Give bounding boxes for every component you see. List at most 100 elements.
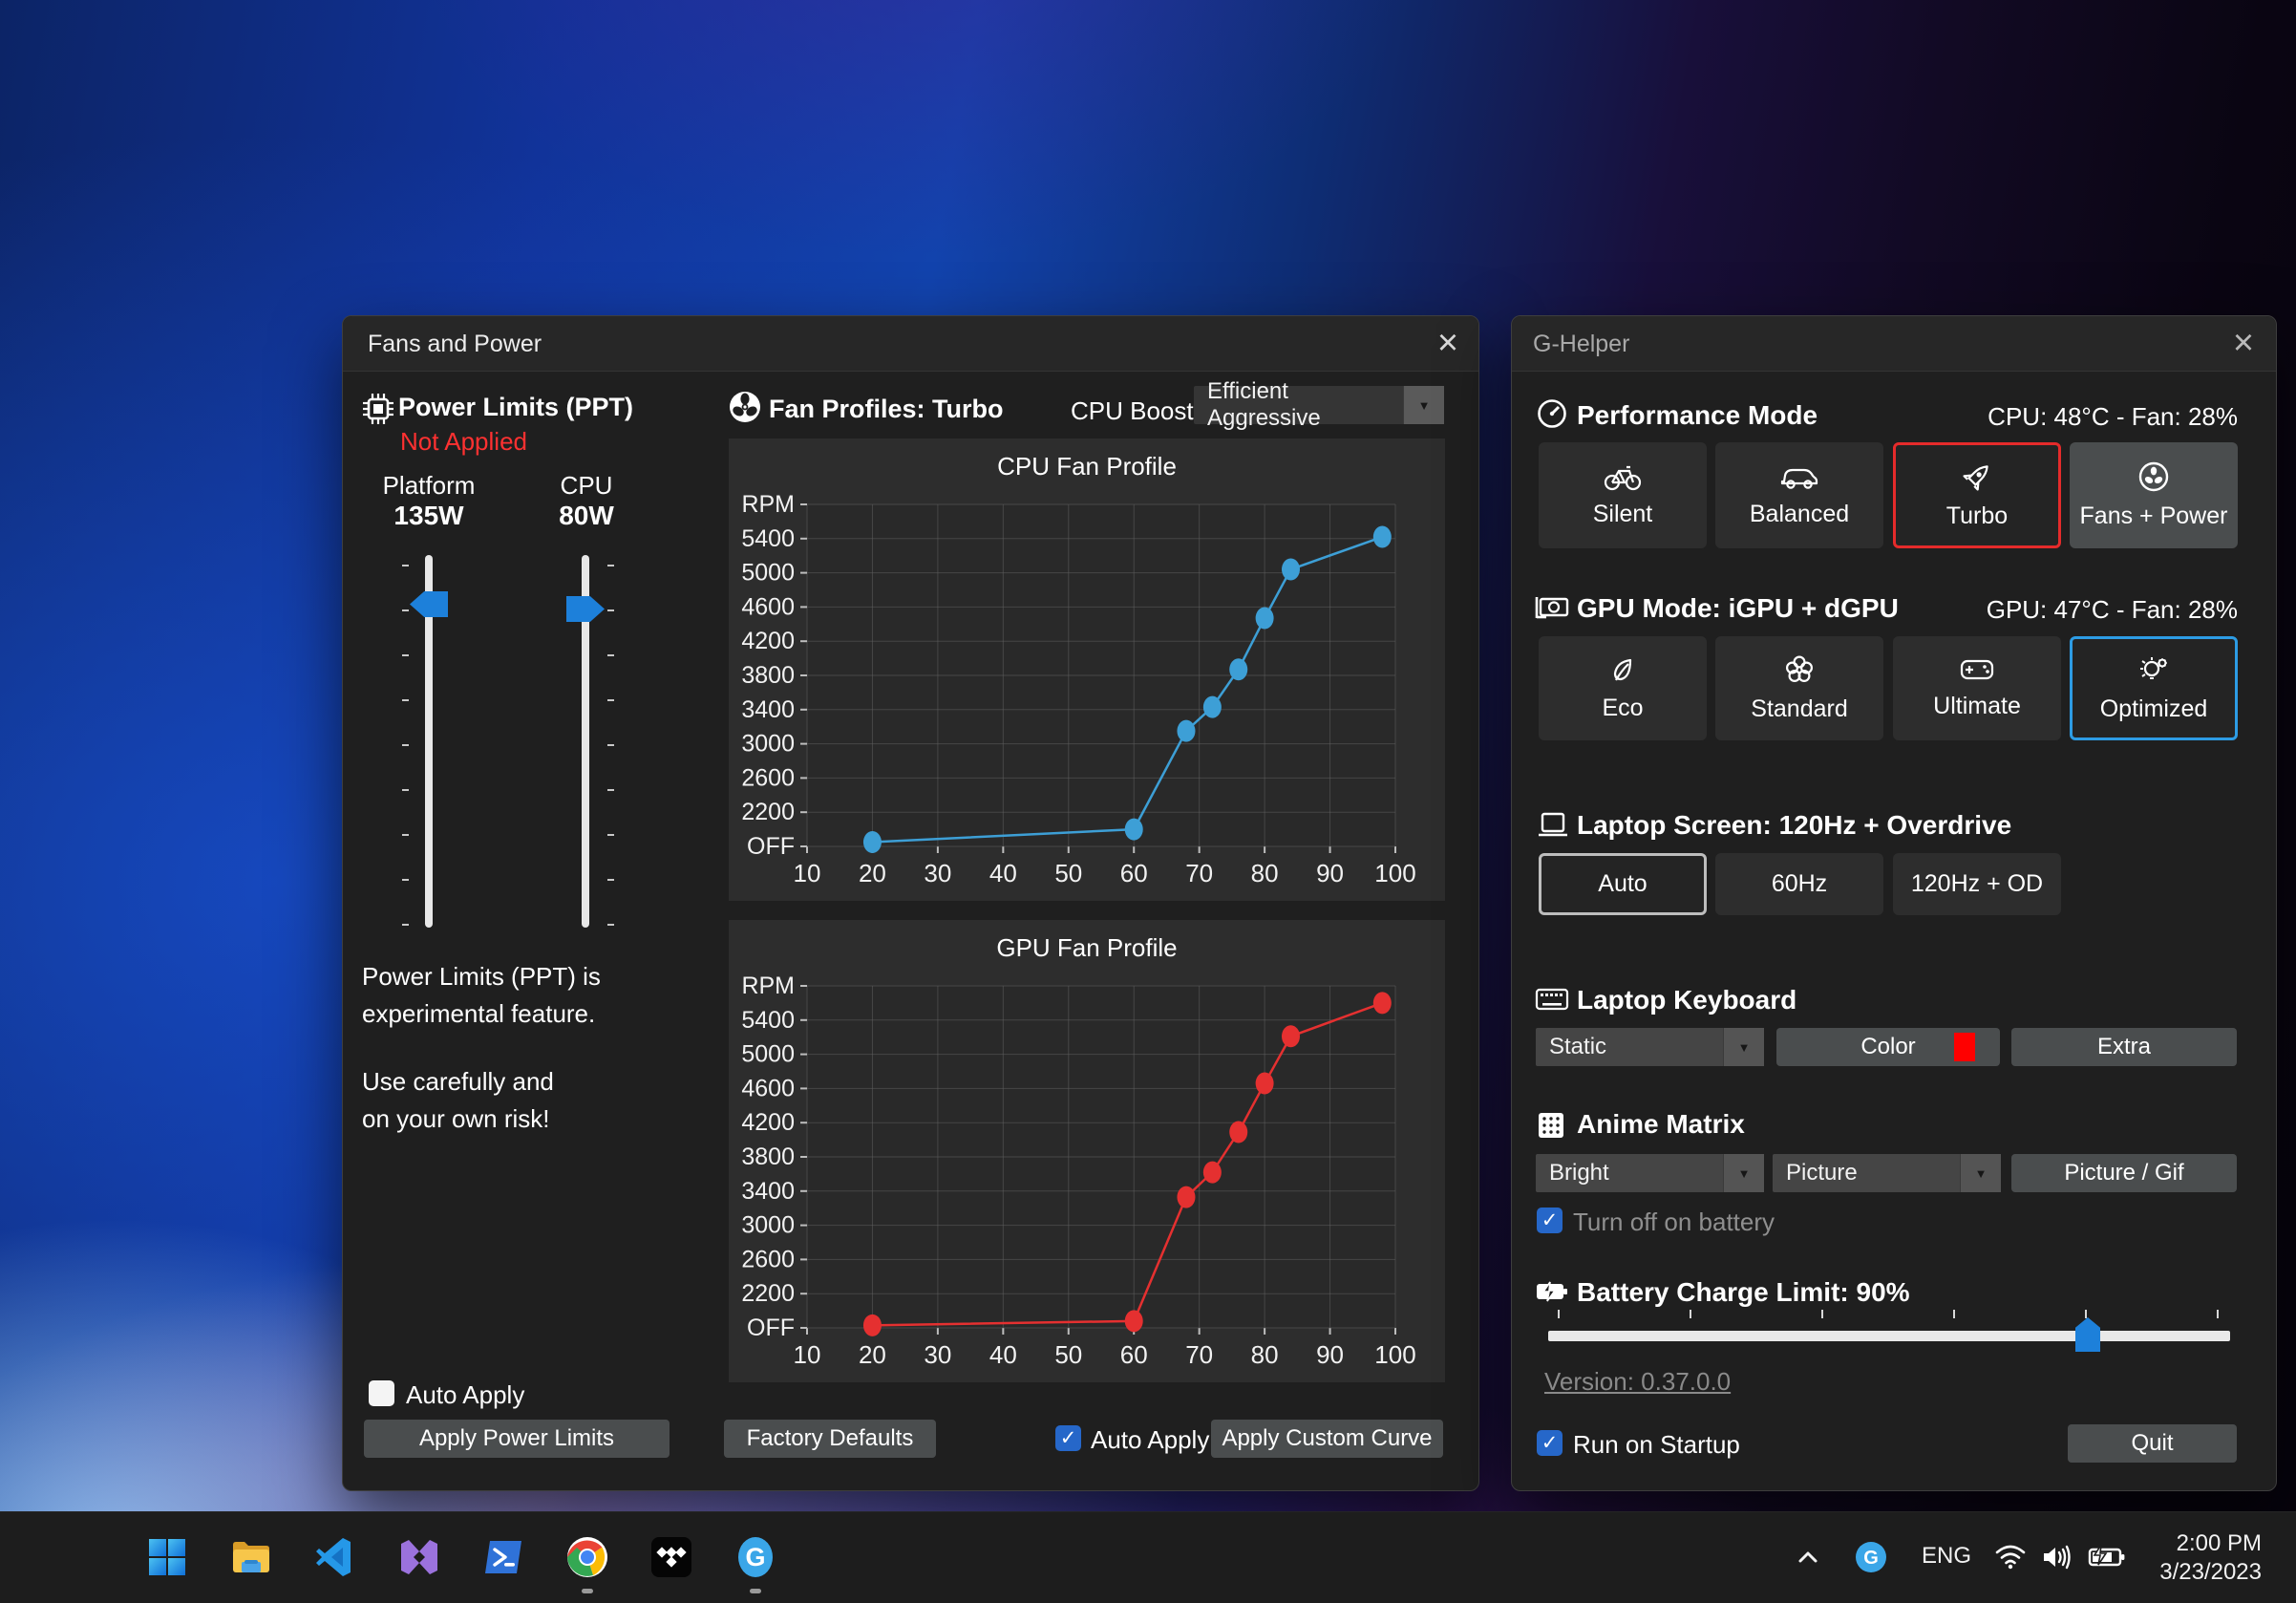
svg-text:3800: 3800 (741, 1143, 795, 1170)
svg-text:60: 60 (1120, 859, 1148, 887)
anime-battery-checkbox[interactable]: ✓ (1537, 1208, 1563, 1233)
power-limits-note-2: Use carefully and on your own risk! (362, 1063, 554, 1138)
apply-power-limits-button[interactable]: Apply Power Limits (364, 1420, 670, 1458)
chrome-icon[interactable] (565, 1535, 609, 1579)
color-swatch (1954, 1033, 1975, 1061)
keyboard-color-button[interactable]: Color (1776, 1028, 2000, 1066)
apply-custom-curve-button[interactable]: Apply Custom Curve (1211, 1420, 1443, 1458)
tray-time: 2:00 PM (2159, 1529, 2262, 1558)
slider-tick (402, 744, 409, 746)
anime-brightness-dropdown[interactable]: Bright ▼ (1536, 1154, 1764, 1192)
battery-charge-slider-thumb[interactable] (2075, 1317, 2100, 1352)
screen-60hz-button[interactable]: 60Hz (1715, 853, 1883, 915)
svg-text:20: 20 (859, 859, 886, 887)
screen-120hz-od-button[interactable]: 120Hz + OD (1893, 853, 2061, 915)
ghelper-titlebar[interactable]: G-Helper × (1512, 316, 2276, 372)
cpu-value: 80W (510, 501, 663, 531)
keyboard-mode-value: Static (1536, 1034, 1723, 1060)
cpu-power-slider-thumb[interactable] (566, 596, 605, 622)
fan-icon (2137, 460, 2170, 493)
ghelper-running-indicator (750, 1589, 761, 1593)
power-auto-apply-checkbox[interactable] (369, 1380, 394, 1406)
chevron-down-icon[interactable]: ▼ (1403, 386, 1444, 424)
perf-mode-balanced-label: Balanced (1750, 501, 1849, 528)
power-limits-status: Not Applied (400, 427, 527, 457)
close-icon[interactable]: × (1427, 324, 1469, 364)
cpu-boost-dropdown[interactable]: Efficient Aggressive ▼ (1194, 386, 1444, 424)
slider-tick (402, 879, 409, 881)
battery-bolt-icon (1535, 1279, 1569, 1304)
chevron-down-icon[interactable]: ▼ (1960, 1154, 2001, 1192)
gpu-fan-chart[interactable]: 102030405060708090100RPM5400500046004200… (729, 920, 1445, 1382)
wifi-icon[interactable] (1994, 1543, 2038, 1587)
perf-mode-turbo-button[interactable]: Turbo (1893, 442, 2061, 548)
keyboard-extra-button[interactable]: Extra (2011, 1028, 2237, 1066)
keyboard-mode-dropdown[interactable]: Static ▼ (1536, 1028, 1764, 1066)
cpu-label: CPU (510, 471, 663, 501)
svg-text:80: 80 (1251, 1340, 1279, 1369)
svg-text:10: 10 (794, 859, 821, 887)
chevron-down-icon[interactable]: ▼ (1723, 1028, 1764, 1066)
picture-gif-label: Picture / Gif (2064, 1160, 2183, 1186)
start-icon[interactable] (145, 1535, 189, 1579)
version-link[interactable]: Version: 0.37.0.0 (1544, 1367, 1731, 1397)
gpu-mode-standard-button[interactable]: Standard (1715, 636, 1883, 740)
close-icon[interactable]: × (2222, 324, 2264, 364)
svg-text:80: 80 (1251, 859, 1279, 887)
powershell-icon[interactable] (481, 1535, 525, 1579)
ghelper-window-title: G-Helper (1533, 331, 1629, 358)
gpu-mode-header: GPU Mode: iGPU + dGPU (1577, 593, 1899, 624)
battery-charge-slider[interactable] (1548, 1331, 2230, 1341)
svg-text:2600: 2600 (741, 1246, 795, 1272)
svg-text:5000: 5000 (741, 1041, 795, 1068)
cpu-fan-chart-panel[interactable]: 102030405060708090100RPM5400500046004200… (729, 438, 1445, 901)
gpu-mode-ultimate-button[interactable]: Ultimate (1893, 636, 2061, 740)
vscode-icon[interactable] (313, 1535, 357, 1579)
gpu-fan-chart-panel[interactable]: 102030405060708090100RPM5400500046004200… (729, 920, 1445, 1382)
svg-text:90: 90 (1316, 1340, 1344, 1369)
tidal-icon[interactable] (649, 1535, 693, 1579)
gpu-mode-optimized-button[interactable]: Optimized (2070, 636, 2238, 740)
quit-label: Quit (2131, 1430, 2173, 1457)
gpu-mode-ultimate-label: Ultimate (1933, 693, 2021, 720)
factory-defaults-button[interactable]: Factory Defaults (724, 1420, 936, 1458)
volume-icon[interactable] (2040, 1543, 2084, 1587)
tray-chevron-up-icon[interactable] (1794, 1543, 1838, 1587)
picture-gif-button[interactable]: Picture / Gif (2011, 1154, 2237, 1192)
platform-power-slider-thumb[interactable] (410, 591, 448, 617)
perf-mode-balanced-button[interactable]: Balanced (1715, 442, 1883, 548)
svg-text:4200: 4200 (741, 1109, 795, 1136)
power-limits-note-1: Power Limits (PPT) is experimental featu… (362, 958, 601, 1033)
battery-charging-icon[interactable] (2088, 1544, 2132, 1588)
svg-text:50: 50 (1054, 859, 1082, 887)
battery-tick (1690, 1310, 1691, 1318)
svg-text:2600: 2600 (741, 764, 795, 791)
svg-text:GPU Fan Profile: GPU Fan Profile (996, 933, 1177, 962)
svg-text:40: 40 (989, 859, 1017, 887)
tray-ghelper-icon[interactable]: G (1855, 1541, 1899, 1585)
tray-language[interactable]: ENG (1922, 1543, 1971, 1570)
run-on-startup-checkbox[interactable]: ✓ (1537, 1430, 1563, 1456)
gpu-mode-eco-button[interactable]: Eco (1539, 636, 1707, 740)
svg-text:60: 60 (1120, 1340, 1148, 1369)
anime-mode-dropdown[interactable]: Picture ▼ (1773, 1154, 2001, 1192)
curve-auto-apply-checkbox[interactable]: ✓ (1055, 1425, 1081, 1451)
svg-text:5400: 5400 (741, 525, 795, 552)
svg-text:G: G (1863, 1548, 1879, 1569)
quit-button[interactable]: Quit (2068, 1424, 2237, 1463)
svg-text:2200: 2200 (741, 799, 795, 825)
visual-studio-icon[interactable] (397, 1535, 441, 1579)
svg-text:4600: 4600 (741, 593, 795, 620)
perf-mode-silent-button[interactable]: Silent (1539, 442, 1707, 548)
screen-auto-button[interactable]: Auto (1539, 853, 1707, 915)
ghelper-taskbar-icon[interactable]: G (733, 1535, 777, 1579)
chevron-down-icon[interactable]: ▼ (1723, 1154, 1764, 1192)
cpu-fan-chart[interactable]: 102030405060708090100RPM5400500046004200… (729, 438, 1445, 901)
fans-window-titlebar[interactable]: Fans and Power × (343, 316, 1478, 372)
slider-tick (607, 609, 614, 611)
file-explorer-icon[interactable] (229, 1535, 273, 1579)
svg-text:70: 70 (1185, 859, 1213, 887)
battery-charge-limit-header: Battery Charge Limit: 90% (1577, 1277, 1910, 1308)
fans-power-button[interactable]: Fans + Power (2070, 442, 2238, 548)
tray-clock[interactable]: 2:00 PM 3/23/2023 (2159, 1529, 2262, 1587)
